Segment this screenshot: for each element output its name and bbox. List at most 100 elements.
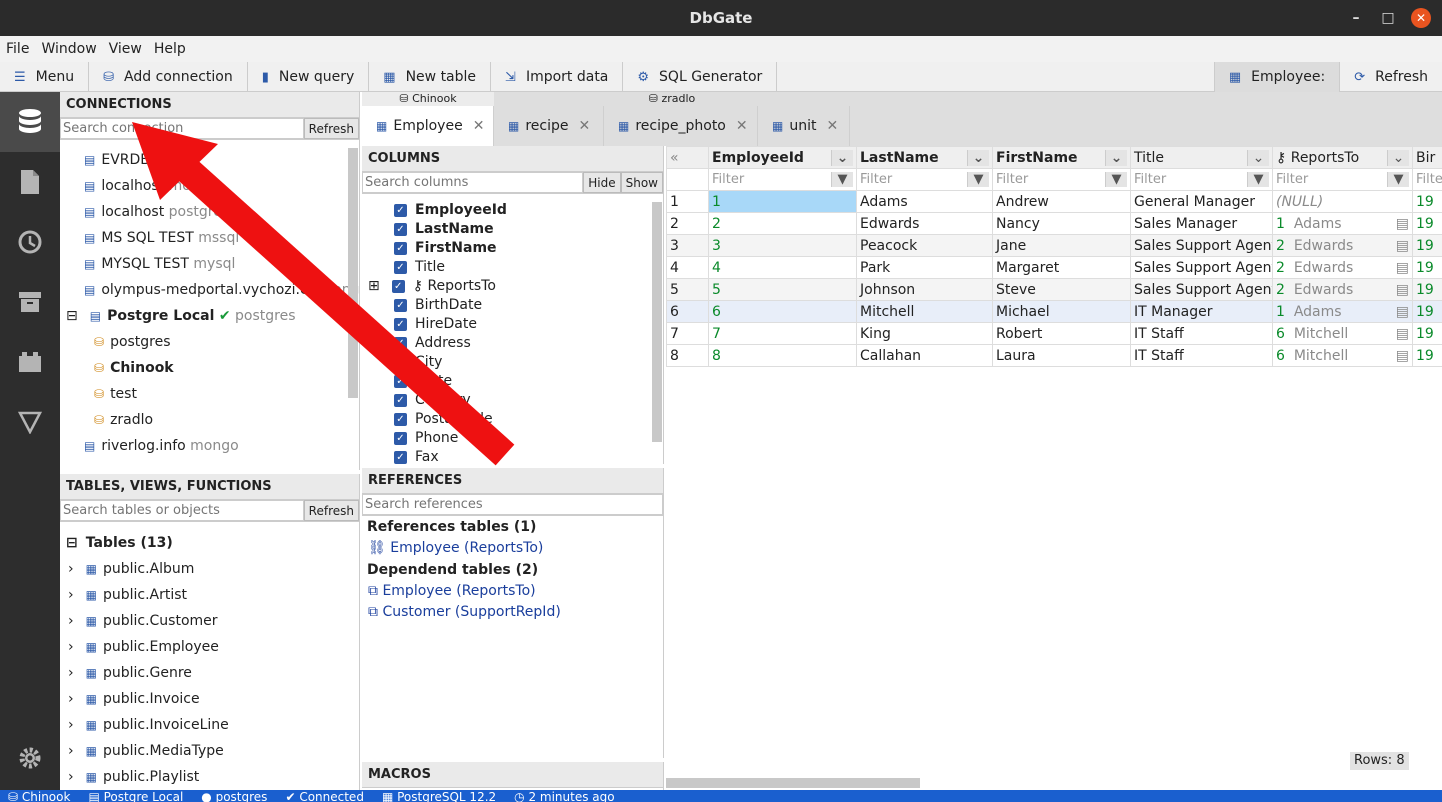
minimize-button[interactable]: – xyxy=(1346,8,1366,28)
lookup-icon[interactable]: ▤ xyxy=(1396,326,1409,342)
cell[interactable]: 1 xyxy=(708,190,857,213)
table-item[interactable]: › ▦ public.InvoiceLine xyxy=(68,712,229,738)
lookup-icon[interactable]: ▤ xyxy=(1396,216,1409,232)
cell[interactable]: Sales Support Agent xyxy=(1130,256,1273,279)
cell[interactable]: 2 Edwards ▤ xyxy=(1272,278,1413,301)
cell[interactable]: Robert xyxy=(992,322,1131,345)
plugin-icon[interactable] xyxy=(0,332,60,392)
row-number[interactable]: 3 xyxy=(666,234,709,257)
table-row[interactable]: 1 1 Adams Andrew General Manager (NULL) … xyxy=(666,190,1442,213)
cell[interactable]: 19 xyxy=(1412,234,1442,257)
row-number[interactable]: 4 xyxy=(666,256,709,279)
add-connection-button[interactable]: ⛁ Add connection xyxy=(89,62,248,92)
cell[interactable]: Sales Support Agent xyxy=(1130,278,1273,301)
lookup-icon[interactable]: ▤ xyxy=(1396,282,1409,298)
collapse-icon[interactable]: ⊟ xyxy=(66,535,78,551)
cell[interactable]: 6 xyxy=(708,300,857,323)
new-table-button[interactable]: ▦ New table xyxy=(369,62,492,92)
row-number[interactable]: 2 xyxy=(666,212,709,235)
filter-icon[interactable]: ▼ xyxy=(831,172,853,187)
employee-button[interactable]: ▦ Employee: xyxy=(1213,62,1341,92)
cell[interactable]: Sales Support Agent xyxy=(1130,234,1273,257)
show-columns-button[interactable]: Show xyxy=(620,172,663,193)
cell[interactable]: Mitchell xyxy=(856,300,993,323)
menu-view[interactable]: View xyxy=(103,41,148,57)
cell[interactable]: 5 xyxy=(708,278,857,301)
filter-icon[interactable]: ▼ xyxy=(1387,172,1409,187)
close-tab-icon[interactable]: ✕ xyxy=(736,118,748,134)
cell[interactable]: Laura xyxy=(992,344,1131,367)
filter-input[interactable]: Filter ▼ xyxy=(1130,168,1273,191)
close-tab-icon[interactable]: ✕ xyxy=(579,118,591,134)
cell[interactable]: 2 Edwards ▤ xyxy=(1272,234,1413,257)
row-number[interactable]: 1 xyxy=(666,190,709,213)
table-row[interactable]: 5 5 Johnson Steve Sales Support Agent 2 … xyxy=(666,278,1442,301)
cell[interactable]: 2 xyxy=(708,212,857,235)
column-header[interactable]: Bir xyxy=(1412,146,1442,169)
objects-search-input[interactable] xyxy=(60,500,304,521)
cell[interactable]: 6 Mitchell ▤ xyxy=(1272,322,1413,345)
cell[interactable]: 2 Edwards ▤ xyxy=(1272,256,1413,279)
table-row[interactable]: 2 2 Edwards Nancy Sales Manager 1 Adams ▤… xyxy=(666,212,1442,235)
lookup-icon[interactable]: ▤ xyxy=(1396,348,1409,364)
settings-gear-icon[interactable] xyxy=(0,728,60,788)
lookup-icon[interactable]: ▤ xyxy=(1396,260,1409,276)
menu-file[interactable]: File xyxy=(0,41,35,57)
cell[interactable]: Peacock xyxy=(856,234,993,257)
import-data-button[interactable]: ⇲ Import data xyxy=(491,62,624,92)
maximize-button[interactable]: □ xyxy=(1378,8,1398,28)
collapse-columns-icon[interactable]: « xyxy=(666,146,709,169)
database-icon[interactable] xyxy=(0,92,60,152)
table-item[interactable]: › ▦ public.Invoice xyxy=(68,686,200,712)
menu-button[interactable]: ☰ Menu xyxy=(0,62,90,92)
table-item[interactable]: › ▦ public.Artist xyxy=(68,582,187,608)
column-header[interactable]: LastName ⌄ xyxy=(856,146,993,169)
column-header[interactable]: ⚷ ReportsTo ⌄ xyxy=(1272,146,1413,169)
references-search-input[interactable] xyxy=(362,494,663,515)
row-number[interactable]: 6 xyxy=(666,300,709,323)
menu-help[interactable]: Help xyxy=(148,41,192,57)
cell[interactable]: Adams xyxy=(856,190,993,213)
cell[interactable]: 3 xyxy=(708,234,857,257)
filter-icon[interactable] xyxy=(0,392,60,452)
collapse-icon[interactable]: ⊟ xyxy=(66,308,78,324)
table-item[interactable]: › ▦ public.MediaType xyxy=(68,738,224,764)
column-header[interactable]: FirstName ⌄ xyxy=(992,146,1131,169)
tables-group[interactable]: ⊟ Tables (13) xyxy=(66,530,173,556)
sql-generator-button[interactable]: ⚙ SQL Generator xyxy=(623,62,778,92)
table-row[interactable]: 4 4 Park Margaret Sales Support Agent 2 … xyxy=(666,256,1442,279)
row-number[interactable]: 8 xyxy=(666,344,709,367)
hide-columns-button[interactable]: Hide xyxy=(583,172,621,193)
cell[interactable]: Steve xyxy=(992,278,1131,301)
cell[interactable]: 4 xyxy=(708,256,857,279)
cell[interactable]: Edwards xyxy=(856,212,993,235)
cell[interactable]: 19 xyxy=(1412,322,1442,345)
filter-icon[interactable]: ▼ xyxy=(967,172,989,187)
cell[interactable]: Jane xyxy=(992,234,1131,257)
objects-refresh-button[interactable]: Refresh xyxy=(303,500,359,521)
lookup-icon[interactable]: ▤ xyxy=(1396,304,1409,320)
table-row[interactable]: 3 3 Peacock Jane Sales Support Agent 2 E… xyxy=(666,234,1442,257)
table-item[interactable]: › ▦ public.Employee xyxy=(68,634,219,660)
cell[interactable]: 1 Adams ▤ xyxy=(1272,300,1413,323)
cell[interactable]: Sales Manager xyxy=(1130,212,1273,235)
close-window-button[interactable]: ✕ xyxy=(1411,8,1431,28)
new-query-button[interactable]: ▮ New query xyxy=(248,62,370,92)
chevron-down-icon[interactable]: ⌄ xyxy=(831,149,853,166)
chevron-down-icon[interactable]: ⌄ xyxy=(967,149,989,166)
archive-icon[interactable] xyxy=(0,272,60,332)
chevron-down-icon[interactable]: ⌄ xyxy=(1247,149,1269,166)
cell[interactable]: 19 xyxy=(1412,278,1442,301)
grid-horizontal-scrollbar[interactable] xyxy=(666,778,920,788)
history-icon[interactable] xyxy=(0,212,60,272)
cell[interactable]: (NULL) xyxy=(1272,190,1413,213)
chevron-down-icon[interactable]: ⌄ xyxy=(1387,149,1409,166)
table-row[interactable]: 8 8 Callahan Laura IT Staff 6 Mitchell ▤ … xyxy=(666,344,1442,367)
reference-link[interactable]: ⛓ Employee (ReportsTo) xyxy=(368,538,543,559)
menu-window[interactable]: Window xyxy=(35,41,102,57)
filter-input[interactable]: Filter xyxy=(1412,168,1442,191)
table-item[interactable]: › ▦ public.Playlist xyxy=(68,764,199,790)
table-item[interactable]: › ▦ public.Album xyxy=(68,556,194,582)
cell[interactable]: 8 xyxy=(708,344,857,367)
filter-icon[interactable]: ▼ xyxy=(1247,172,1269,187)
